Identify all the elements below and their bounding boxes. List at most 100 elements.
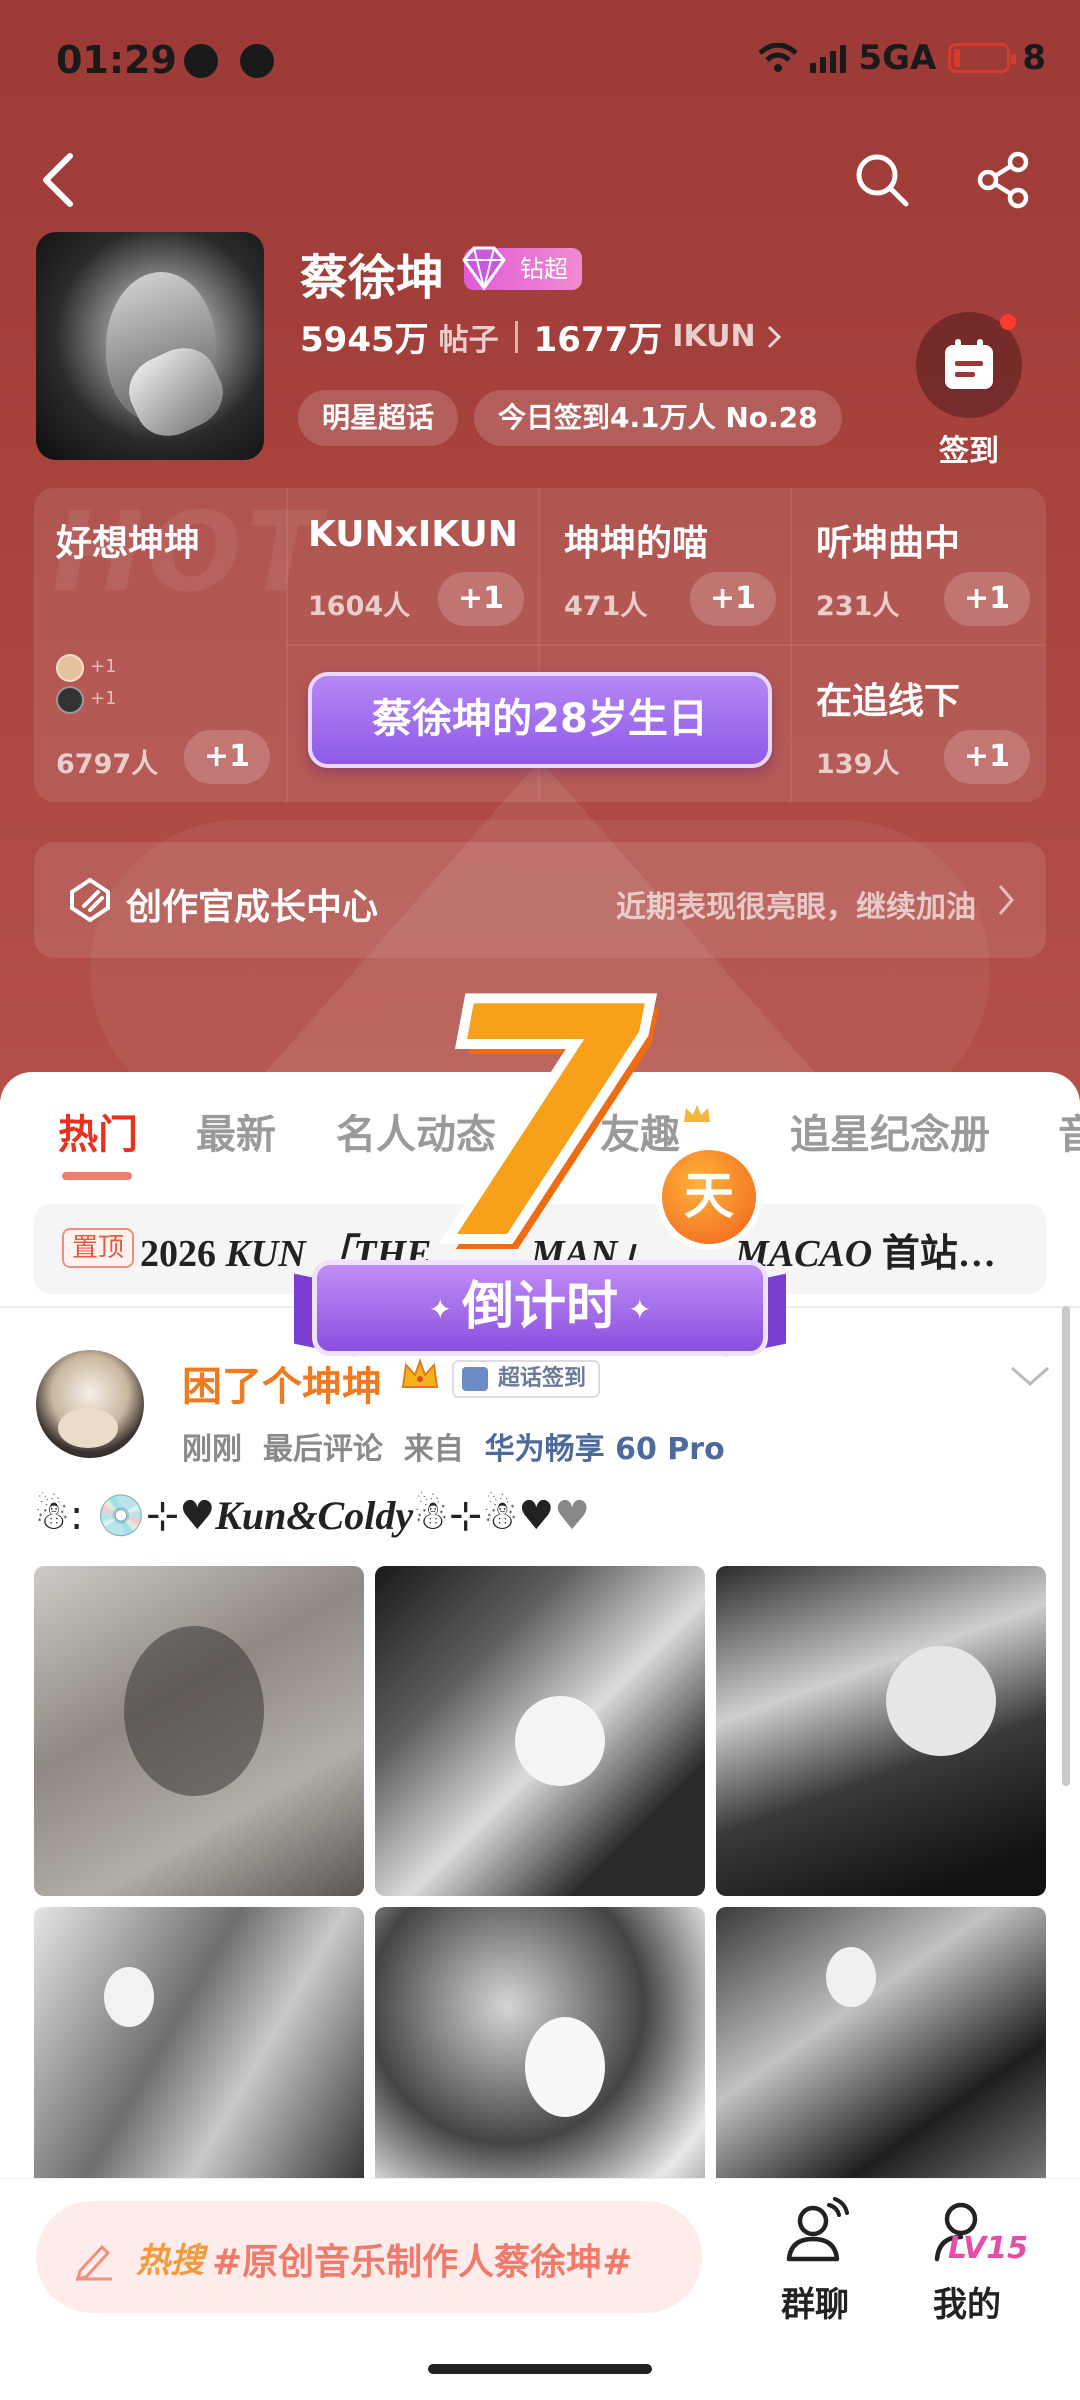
group-join-button[interactable]: +1 bbox=[438, 572, 524, 626]
hot-search-text: #原创音乐制作人蔡徐坤# bbox=[212, 2242, 633, 2283]
topic-profile: 蔡徐坤 钻超 5945万 帖子 1677万 IKUN 明星超话 今日签到4.1万… bbox=[36, 232, 1046, 469]
sparkle-emoji: ⊹ bbox=[145, 1493, 180, 1539]
snowman-emoji: ☃ bbox=[34, 1493, 70, 1539]
member-avatar bbox=[56, 654, 84, 682]
pinned-text: KUN bbox=[225, 1233, 306, 1275]
group-item[interactable]: 好想坤坤 bbox=[56, 514, 200, 566]
grey-heart-emoji: ♥ bbox=[554, 1493, 591, 1539]
group-join-button[interactable]: +1 bbox=[184, 730, 270, 784]
black-heart-emoji: ♥ bbox=[179, 1493, 216, 1539]
tab-music[interactable]: 音 bbox=[1058, 1102, 1080, 1160]
battery-icon bbox=[948, 43, 1017, 73]
scrollbar[interactable] bbox=[1062, 1306, 1070, 1786]
stats-divider bbox=[514, 320, 518, 353]
group-join-button[interactable]: +1 bbox=[944, 730, 1030, 784]
member-avatar bbox=[56, 686, 84, 714]
topic-avatar[interactable] bbox=[36, 232, 264, 460]
tab-hot[interactable]: 热门 bbox=[58, 1102, 138, 1160]
grid-divider bbox=[286, 644, 1046, 646]
post-last-comment: 最后评论 bbox=[262, 1432, 383, 1467]
chevron-down-icon[interactable] bbox=[1008, 1362, 1052, 1390]
group-join-button[interactable]: +1 bbox=[944, 572, 1030, 626]
post-image[interactable] bbox=[34, 1566, 364, 1896]
fans-label[interactable]: IKUN bbox=[672, 319, 755, 354]
hot-search-tag: 热搜 bbox=[136, 2241, 204, 2281]
member-join: +1 bbox=[90, 656, 117, 677]
star-topic-tag[interactable]: 明星超话 bbox=[298, 390, 459, 446]
colon: : bbox=[69, 1493, 84, 1539]
calendar-icon bbox=[945, 339, 993, 389]
group-name: 好想坤坤 bbox=[56, 523, 201, 564]
group-chat-icon bbox=[786, 2197, 849, 2262]
signal-icon bbox=[810, 43, 847, 73]
fans-count[interactable]: 1677万 bbox=[534, 312, 663, 361]
status-indicators: 5GA 8 bbox=[758, 38, 1046, 78]
snowman-emoji: ☃ bbox=[413, 1493, 449, 1539]
group-name: 坤坤的喵 bbox=[564, 523, 709, 564]
black-heart-emoji: ♥ bbox=[518, 1493, 555, 1539]
home-indicator[interactable] bbox=[428, 2364, 652, 2374]
creator-icon bbox=[70, 877, 110, 923]
countdown-number: 7 bbox=[417, 933, 657, 1317]
group-name: KUNxIKUN bbox=[308, 514, 518, 555]
battery-level: 8 bbox=[1022, 38, 1046, 78]
creator-subtitle: 近期表现很亮眼，继续加油 bbox=[616, 890, 976, 925]
post-image[interactable] bbox=[716, 1566, 1046, 1896]
snowman-emoji: ☃ bbox=[482, 1493, 519, 1539]
pencil-icon bbox=[75, 2244, 112, 2281]
group-count: 6797人 bbox=[56, 749, 159, 780]
countdown-unit: 天 bbox=[656, 1144, 762, 1250]
level-badge: LV15 bbox=[948, 2231, 1028, 2266]
status-bar: 01:29 5GA 8 bbox=[0, 0, 1080, 120]
back-icon[interactable] bbox=[18, 140, 98, 220]
group-join-button[interactable]: +1 bbox=[690, 572, 776, 626]
post-device[interactable]: 华为畅享 60 Pro bbox=[485, 1432, 725, 1467]
post-image[interactable] bbox=[375, 1566, 705, 1896]
chevron-right-icon[interactable] bbox=[766, 323, 782, 351]
mine-label: 我的 bbox=[933, 2285, 1001, 2325]
posts-count: 5945万 bbox=[300, 320, 429, 360]
checkin-stats-tag[interactable]: 今日签到4.1万人 No.28 bbox=[474, 390, 842, 446]
star-icon: ✦ bbox=[428, 1293, 452, 1326]
chat-notification-icon bbox=[184, 44, 218, 78]
hot-search-input[interactable]: 热搜 #原创音乐制作人蔡徐坤# bbox=[36, 2201, 702, 2313]
mine-button[interactable]: LV15 我的 bbox=[902, 2197, 1032, 2326]
creator-title: 创作官成长中心 bbox=[126, 887, 379, 928]
post-author-avatar[interactable] bbox=[36, 1350, 144, 1458]
group-count: 139人 bbox=[816, 749, 900, 780]
search-icon[interactable] bbox=[842, 140, 922, 220]
group-count: 231人 bbox=[816, 591, 900, 622]
post-meta: 刚刚 最后评论 来自 华为畅享 60 Pro bbox=[182, 1424, 725, 1468]
countdown-label: 倒计时 bbox=[461, 1277, 618, 1337]
birthday-banner[interactable]: 蔡徐坤的28岁生日 bbox=[308, 672, 772, 768]
post-script-text: Kun&Coldy bbox=[215, 1493, 414, 1538]
pinned-tag: 置顶 bbox=[62, 1228, 135, 1268]
tab-memorial[interactable]: 追星纪念册 bbox=[790, 1102, 990, 1160]
active-tab-indicator bbox=[62, 1172, 132, 1180]
checkin-label: 签到 bbox=[939, 434, 999, 469]
sparkle-emoji: ⊹ bbox=[448, 1493, 483, 1539]
topic-stats: 5945万 帖子 1677万 IKUN bbox=[300, 312, 782, 361]
pinned-year: 2026 bbox=[140, 1233, 216, 1275]
group-item[interactable]: 听坤曲中 bbox=[816, 514, 960, 566]
group-name: 听坤曲中 bbox=[816, 523, 961, 564]
chevron-right-icon bbox=[998, 885, 1014, 915]
share-icon[interactable] bbox=[964, 140, 1044, 220]
group-item[interactable]: 坤坤的喵 bbox=[564, 514, 708, 566]
countdown-overlay[interactable]: 7 天 ✦ 倒计时 ✦ bbox=[294, 933, 786, 1380]
tab-latest[interactable]: 最新 bbox=[196, 1102, 276, 1160]
group-item[interactable]: 在追线下 bbox=[816, 672, 960, 724]
group-count: 471人 bbox=[564, 591, 648, 622]
group-chat-button[interactable]: 群聊 bbox=[750, 2197, 880, 2326]
group-item[interactable]: KUNxIKUN bbox=[308, 514, 518, 555]
group-name: 在追线下 bbox=[816, 681, 961, 722]
topic-tags: 明星超话 今日签到4.1万人 No.28 bbox=[298, 390, 842, 446]
pinned-text: 首站… bbox=[881, 1233, 996, 1275]
posts-label: 帖子 bbox=[438, 322, 499, 358]
post-content: ☃: 💿⊹♥Kun&Coldy☃⊹☃♥♥ bbox=[34, 1492, 590, 1539]
group-chat-label: 群聊 bbox=[781, 2285, 849, 2325]
topic-name: 蔡徐坤 bbox=[300, 250, 445, 306]
checkin-button[interactable]: 签到 bbox=[914, 312, 1024, 470]
nav-bar bbox=[0, 140, 1080, 220]
post-from: 来自 bbox=[403, 1432, 464, 1467]
